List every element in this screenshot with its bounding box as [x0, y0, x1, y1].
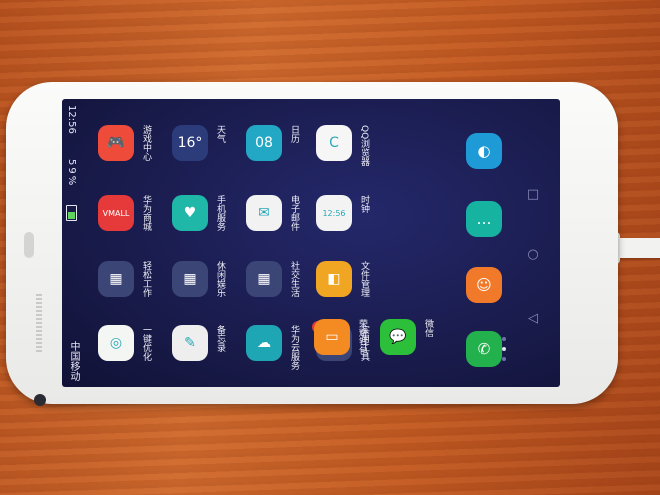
app-label: 轻松工作 — [141, 261, 151, 297]
battery-icon — [66, 205, 77, 221]
mail-icon: ✉ — [246, 195, 282, 231]
app-wechat[interactable]: 💬 微信 — [380, 317, 440, 357]
app-label: 天气 — [215, 125, 225, 143]
status-battery-percent: 59% — [66, 159, 77, 188]
dock-messages[interactable]: … — [466, 199, 526, 239]
calendar-icon: 08 — [246, 125, 282, 161]
weather-icon: 16° — [172, 125, 208, 161]
browser-icon: C — [316, 125, 352, 161]
app-label: 手机服务 — [215, 195, 225, 231]
app-easy-work[interactable]: ▦ 轻松工作 — [98, 259, 158, 299]
dock-browser[interactable]: ◐ — [466, 131, 526, 171]
globe-icon: ◐ — [466, 133, 502, 169]
clock-icon: 12:56 — [316, 195, 352, 231]
message-icon: … — [466, 201, 502, 237]
folder-icon: ▦ — [98, 261, 134, 297]
app-memo[interactable]: ✎ 备忘录 — [172, 323, 232, 363]
app-label: 时钟 — [359, 195, 369, 213]
nav-home-button[interactable]: ○ — [526, 247, 540, 262]
contacts-icon: ☺ — [466, 267, 502, 303]
app-social-life[interactable]: ▦ 社交生活 — [246, 259, 306, 299]
app-phone-service[interactable]: ♥ 手机服务 — [172, 193, 232, 233]
folder-file-icon: ◧ — [316, 261, 352, 297]
phone-icon: ✆ — [466, 331, 502, 367]
memo-icon: ✎ — [172, 325, 208, 361]
gamepad-icon: 🎮 — [98, 125, 134, 161]
app-one-click-optimize[interactable]: ◎ 一键优化 — [98, 323, 158, 363]
app-label: 文件管理 — [359, 261, 369, 297]
wechat-icon: 💬 — [380, 319, 416, 355]
app-label: 华为云服务 — [289, 325, 299, 370]
app-label: 社交生活 — [289, 261, 299, 297]
cloud-icon: ☁ — [246, 325, 282, 361]
app-label: 游戏中心 — [141, 125, 151, 161]
app-huawei-store[interactable]: VMALL 华为商城 — [98, 193, 158, 233]
app-file-manager[interactable]: ◧ 文件管理 — [316, 259, 376, 299]
app-email[interactable]: ✉ 电子邮件 — [246, 193, 306, 233]
app-label: 一键优化 — [141, 325, 151, 361]
app-honor-wallet[interactable]: ▭ 荣耀钱包 — [314, 317, 374, 357]
home-screen: 12:56 59% 中国移动 🎮 游戏中心 VMALL 华为商城 ▦ 轻松工作 ◎ 一键优化 1… — [62, 99, 560, 387]
app-label: 休闲娱乐 — [215, 261, 225, 297]
front-camera — [34, 394, 46, 406]
app-leisure[interactable]: ▦ 休闲娱乐 — [172, 259, 232, 299]
care-icon: ♥ — [172, 195, 208, 231]
app-label: 备忘录 — [215, 325, 225, 352]
app-qq-browser[interactable]: C QQ浏览器 — [316, 123, 376, 167]
status-bar: 12:56 59% 中国移动 — [62, 99, 84, 387]
app-weather[interactable]: 16° 天气 — [172, 123, 232, 163]
earpiece — [24, 232, 34, 258]
wallet-icon: ▭ — [314, 319, 350, 355]
dock-phone[interactable]: ✆ — [466, 329, 526, 369]
vmall-icon: VMALL — [98, 195, 134, 231]
app-label: 微信 — [423, 319, 433, 337]
app-huawei-cloud[interactable]: ☁ 华为云服务 — [246, 323, 306, 370]
app-label: 华为商城 — [141, 195, 151, 231]
folder-icon: ▦ — [246, 261, 282, 297]
app-calendar[interactable]: 08 日历 — [246, 123, 306, 163]
speaker-grille — [36, 294, 42, 352]
status-time: 12:56 — [66, 105, 77, 134]
app-clock[interactable]: 12:56 时钟 — [316, 193, 376, 233]
app-label: 电子邮件 — [289, 195, 299, 231]
app-label: 日历 — [289, 125, 299, 143]
status-carrier: 中国移动 — [68, 341, 79, 381]
dock-contacts[interactable]: ☺ — [466, 265, 526, 305]
nav-recent-apps-button[interactable]: □ — [526, 187, 540, 202]
folder-icon: ▦ — [172, 261, 208, 297]
app-label: 荣耀钱包 — [357, 319, 367, 355]
app-game-center[interactable]: 🎮 游戏中心 — [98, 123, 158, 163]
optimize-icon: ◎ — [98, 325, 134, 361]
nav-back-button[interactable]: ◁ — [526, 311, 540, 326]
app-label: QQ浏览器 — [359, 125, 369, 167]
